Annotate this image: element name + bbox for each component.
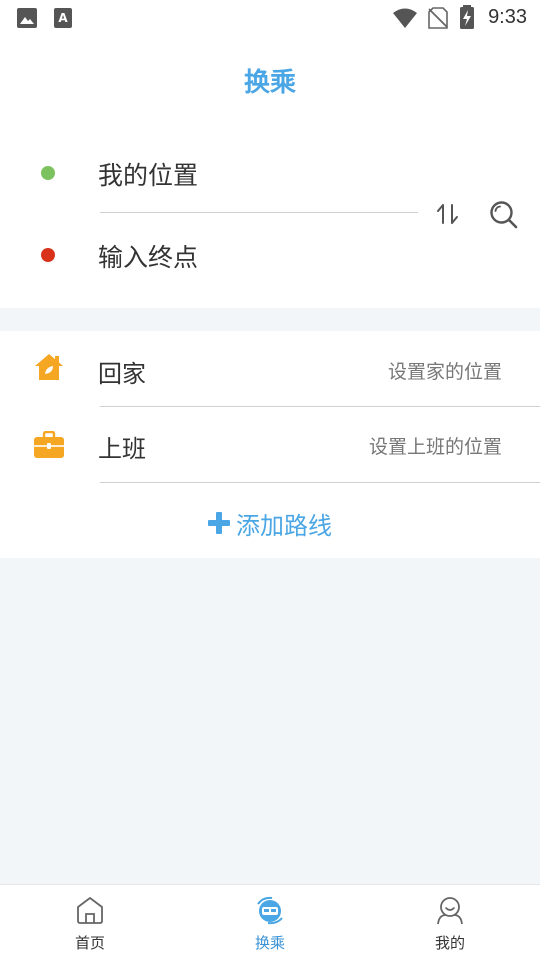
route-divider [100,212,418,213]
svg-text:A: A [58,11,68,25]
work-label: 上班 [98,435,146,463]
nav-item-transfer[interactable]: 换乘 [180,885,360,960]
plus-icon [208,512,230,534]
add-route-button[interactable]: 添加路线 [0,503,540,543]
wifi-icon [393,8,417,28]
end-dot [41,248,55,262]
route-card: 我的位置 输入终点 [0,132,540,308]
nav-label-transfer: 换乘 [254,934,285,952]
header: 换乘 [0,36,540,132]
bottom-nav: 首页 换乘 我的 [0,884,540,960]
home-shortcut-row[interactable]: 回家 设置家的位置 [0,331,540,406]
page-title: 换乘 [243,68,296,98]
shortcut-divider [100,482,540,483]
nav-label-mine: 我的 [434,934,465,952]
status-bar: A 9:33 [0,0,540,36]
home-label: 回家 [98,360,146,388]
home-hint: 设置家的位置 [387,361,502,383]
work-shortcut-row[interactable]: 上班 设置上班的位置 [0,407,540,482]
battery-charging-icon [460,5,474,29]
status-time: 9:33 [488,6,527,28]
user-icon [437,897,463,925]
home-icon [35,354,63,380]
no-sim-icon [428,7,448,29]
home-outline-icon [77,897,103,924]
swap-icon[interactable] [436,202,460,226]
font-icon: A [54,8,72,28]
shortcut-card: 回家 设置家的位置 上班 设置上班的位置 添加路线 [0,331,540,558]
briefcase-icon [34,431,64,458]
nav-item-mine[interactable]: 我的 [360,885,540,960]
image-icon [17,8,37,28]
start-dot [41,166,55,180]
work-hint: 设置上班的位置 [368,436,502,458]
transfer-icon [257,896,283,925]
nav-item-home[interactable]: 首页 [0,885,180,960]
end-location-field[interactable]: 输入终点 [98,238,198,274]
search-icon[interactable] [489,200,519,230]
add-route-label: 添加路线 [236,511,332,540]
nav-label-home: 首页 [74,934,105,952]
start-location-field[interactable]: 我的位置 [98,156,198,192]
